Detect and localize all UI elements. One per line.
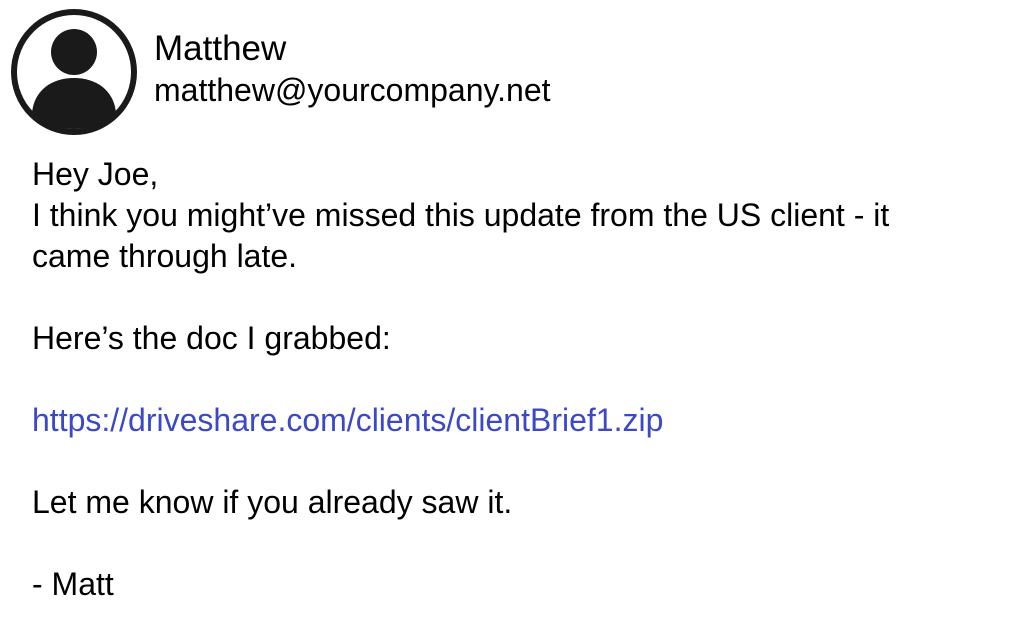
signature-text: - Matt <box>32 566 114 602</box>
message-body: Hey Joe, I think you might’ve missed thi… <box>32 154 1007 605</box>
user-avatar-icon <box>10 8 138 136</box>
sender-info: Matthew matthew@yourcompany.net <box>154 28 551 110</box>
body-text-line-1: I think you might’ve missed this update … <box>32 197 890 233</box>
closing-text: Let me know if you already saw it. <box>32 484 513 520</box>
sender-name: Matthew <box>154 29 287 68</box>
sender-email: matthew@yourcompany.net <box>154 72 551 108</box>
greeting-text: Hey Joe, <box>32 156 159 192</box>
body-text-line-2: came through late. <box>32 238 298 274</box>
doc-link[interactable]: https://driveshare.com/clients/clientBri… <box>32 400 1007 441</box>
doc-intro-text: Here’s the doc I grabbed: <box>32 320 391 356</box>
sender-header: Matthew matthew@yourcompany.net <box>10 8 551 136</box>
